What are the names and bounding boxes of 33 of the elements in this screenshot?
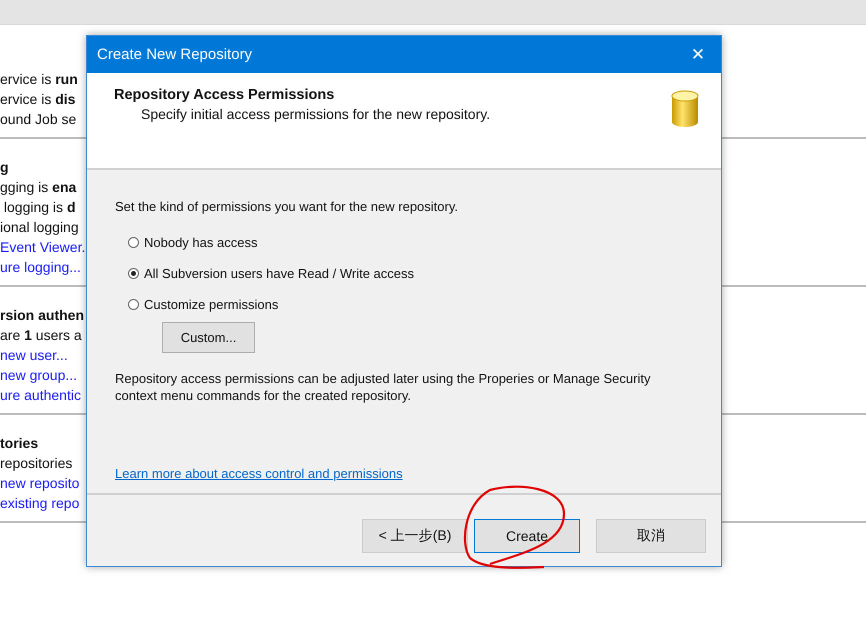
section-heading: tories <box>0 434 38 453</box>
status-text: ional logging <box>0 218 79 237</box>
page-link[interactable]: Event Viewer. <box>0 237 86 257</box>
permission-radio[interactable]: Customize permissions <box>128 289 278 320</box>
status-text: are 1 users a <box>0 326 82 345</box>
page-link[interactable]: new user... <box>0 345 68 365</box>
close-button[interactable]: ✕ <box>675 36 721 73</box>
dialog-button[interactable]: Create <box>474 518 580 552</box>
section-heading: g <box>0 158 9 177</box>
permission-radio[interactable]: Nobody has access <box>128 227 258 258</box>
page-heading: Repository Access Permissions <box>114 87 336 103</box>
page-subtitle: Specify initial access permissions for the new repository. <box>140 106 490 122</box>
page-link[interactable]: ure authentic <box>0 385 81 405</box>
permission-radio[interactable]: All Subversion users have Read / Write access <box>128 258 414 289</box>
instruction-text: Set the kind of permissions you want for the new repository. <box>115 199 458 214</box>
status-text: gging is ena <box>0 178 76 197</box>
page-link[interactable]: ure logging... <box>0 257 81 277</box>
status-text: logging is d <box>2 198 76 217</box>
help-link[interactable]: Learn more about access control and permissions <box>115 466 403 481</box>
status-text: ervice is run <box>0 70 78 89</box>
custom-button[interactable]: Custom... <box>162 322 255 353</box>
window-title: Create New Repository <box>96 46 252 63</box>
section-heading: rsion authen <box>0 306 84 325</box>
database-icon <box>671 90 699 128</box>
page-link[interactable]: new group... <box>0 365 78 385</box>
dialog-button[interactable]: < 上一步(B) <box>362 518 468 552</box>
status-text: repositories <box>0 454 72 473</box>
note-text: Repository access permissions can be adjusted later using the Properies or Manage Security context menu commands for the created repository. <box>115 370 652 404</box>
page-link[interactable]: existing repo <box>0 493 80 513</box>
status-text: ound Job se <box>0 110 76 129</box>
dialog-button[interactable]: 取消 <box>596 518 706 552</box>
status-text: ervice is dis <box>0 90 76 109</box>
page-link[interactable]: new reposito <box>0 473 80 493</box>
